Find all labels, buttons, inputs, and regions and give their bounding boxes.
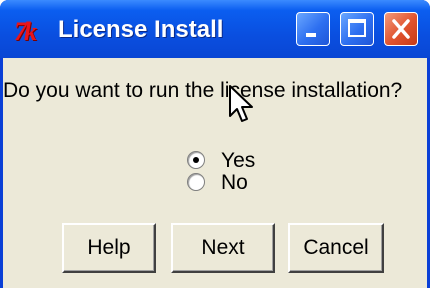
maximize-button[interactable]	[340, 12, 374, 46]
question-text: Do you want to run the license installat…	[3, 79, 403, 102]
radio-label-no: No	[221, 171, 248, 194]
next-button[interactable]: Next	[171, 223, 275, 273]
minimize-icon	[306, 33, 316, 37]
maximize-icon	[348, 19, 366, 37]
mouse-cursor-icon	[229, 85, 253, 122]
close-icon	[392, 19, 410, 39]
window-title: License Install	[58, 16, 224, 43]
radio-button-yes[interactable]	[187, 151, 205, 169]
minimize-button[interactable]	[296, 12, 330, 46]
help-button[interactable]: Help	[62, 223, 156, 273]
cancel-button[interactable]: Cancel	[288, 223, 384, 273]
dialog-body: Do you want to run the license installat…	[3, 58, 427, 288]
close-button[interactable]	[384, 12, 418, 46]
license-install-window: 7k License Install Do you want to run th…	[0, 0, 430, 288]
radio-button-no[interactable]	[187, 173, 205, 191]
title-bar[interactable]: 7k License Install	[0, 0, 430, 58]
radio-selected-dot	[193, 157, 199, 163]
tk-icon: 7k	[14, 17, 37, 46]
